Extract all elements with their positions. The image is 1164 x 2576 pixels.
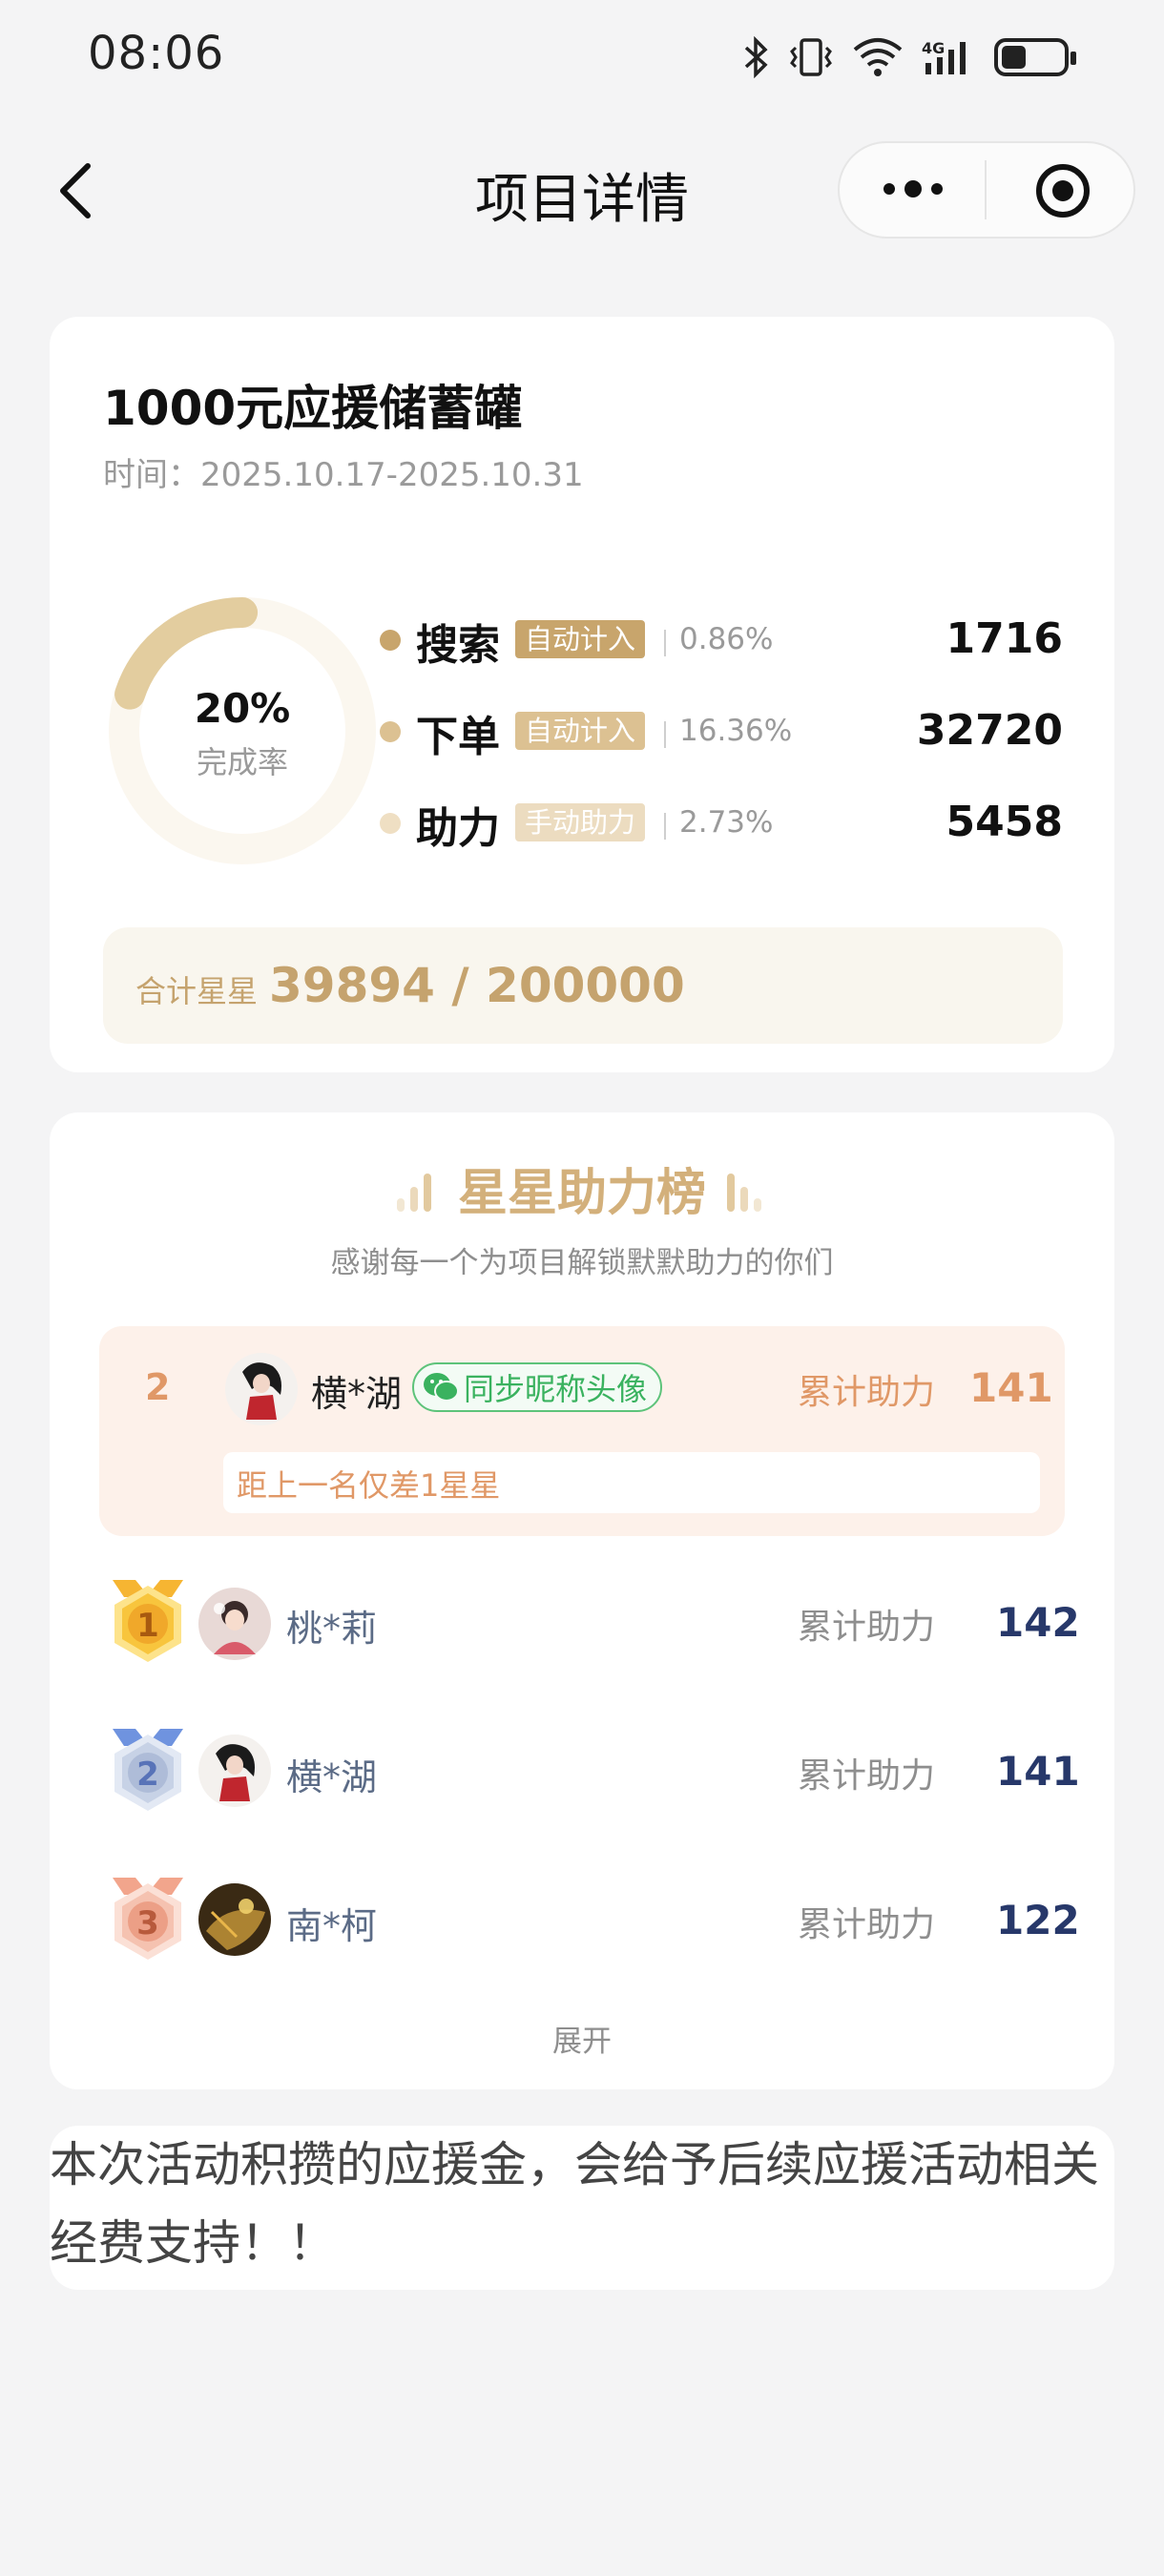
completion-percent: 20% — [194, 685, 291, 732]
metric-value: 1716 — [946, 614, 1063, 663]
metric-name: 下单 — [416, 713, 500, 761]
status-time: 08:06 — [88, 27, 225, 80]
metric-percent: 16.36% — [679, 714, 793, 748]
completion-label: 完成率 — [196, 744, 288, 780]
my-total-label: 累计助力 — [798, 1373, 936, 1412]
expand-button[interactable]: 展开 — [0, 2017, 1164, 2060]
my-total-value: 141 — [969, 1364, 1053, 1411]
medal-rank: 2 — [136, 1755, 159, 1794]
metric-row: 搜索 自动计入 0.86% 1716 — [380, 607, 1063, 674]
battery-level — [1002, 46, 1026, 69]
capsule-divider — [985, 160, 987, 219]
row-label: 累计助力 — [798, 1905, 936, 1944]
more-icon[interactable] — [880, 177, 946, 200]
metric-name: 搜索 — [416, 621, 500, 670]
note-text: 本次活动积攒的应援金，会给予后续应援活动相关经费支持！！ — [50, 2137, 1099, 2271]
avatar — [198, 1883, 271, 1956]
total-stars-value: 39894 / 200000 — [269, 958, 685, 1013]
gap-hint-text: 距上一名仅差1星星 — [237, 1467, 501, 1504]
row-name: 南*柯 — [286, 1905, 378, 1947]
row-value: 142 — [996, 1599, 1080, 1646]
metric-value: 32720 — [916, 706, 1063, 755]
ranking-title: 星星助力榜 — [457, 1165, 706, 1222]
metric-name: 助力 — [416, 804, 500, 853]
wifi-icon — [853, 38, 903, 76]
bluetooth-icon — [744, 36, 768, 78]
row-value: 141 — [996, 1748, 1080, 1795]
sync-profile-button[interactable]: 同步昵称头像 — [412, 1362, 663, 1412]
my-name: 横*湖 — [311, 1373, 403, 1415]
row-name: 桃*莉 — [286, 1608, 378, 1650]
metric-separator — [664, 630, 666, 656]
decor-bars-right-icon — [727, 1170, 761, 1212]
metric-value: 5458 — [946, 798, 1063, 846]
metric-separator — [664, 813, 666, 840]
wechat-icon — [424, 1373, 459, 1402]
metric-tag: 自动计入 — [515, 712, 646, 750]
row-name: 横*湖 — [286, 1756, 378, 1798]
metric-dot — [380, 813, 401, 834]
metric-percent: 2.73% — [679, 805, 774, 840]
project-title: 1000元应援储蓄罐 — [103, 381, 523, 436]
project-time: 时间：2025.10.17-2025.10.31 — [103, 456, 584, 494]
medal-rank: 1 — [136, 1607, 159, 1645]
my-rank-number: 2 — [145, 1366, 171, 1408]
signal-4g-icon: 4G — [922, 39, 966, 74]
bronze-medal-icon: 3 — [113, 1878, 183, 1960]
battery-icon — [994, 38, 1076, 76]
row-label: 累计助力 — [798, 1756, 936, 1796]
row-value: 122 — [996, 1897, 1080, 1943]
target-icon[interactable] — [1034, 162, 1091, 219]
metric-tag: 手动助力 — [515, 803, 646, 841]
total-stars-label: 合计星星 — [135, 973, 259, 1009]
metric-dot — [380, 630, 401, 651]
avatar — [198, 1588, 271, 1660]
metric-separator — [664, 721, 666, 748]
vibrate-icon — [790, 38, 832, 76]
status-icons: 4G — [742, 29, 1076, 86]
metric-dot — [380, 721, 401, 742]
avatar — [198, 1735, 271, 1807]
medal-rank: 3 — [136, 1904, 159, 1942]
avatar — [225, 1353, 298, 1425]
network-label: 4G — [922, 39, 945, 57]
silver-medal-icon: 2 — [113, 1729, 183, 1811]
metric-tag: 自动计入 — [515, 620, 646, 658]
sync-profile-label: 同步昵称头像 — [464, 1371, 648, 1407]
metric-percent: 0.86% — [679, 622, 774, 656]
ranking-subtitle: 感谢每一个为项目解锁默默助力的你们 — [330, 1246, 834, 1280]
metric-row: 助力 手动助力 2.73% 5458 — [380, 790, 1063, 857]
metric-row: 下单 自动计入 16.36% 32720 — [380, 698, 1063, 765]
row-label: 累计助力 — [798, 1608, 936, 1647]
gold-medal-icon: 1 — [113, 1580, 183, 1662]
